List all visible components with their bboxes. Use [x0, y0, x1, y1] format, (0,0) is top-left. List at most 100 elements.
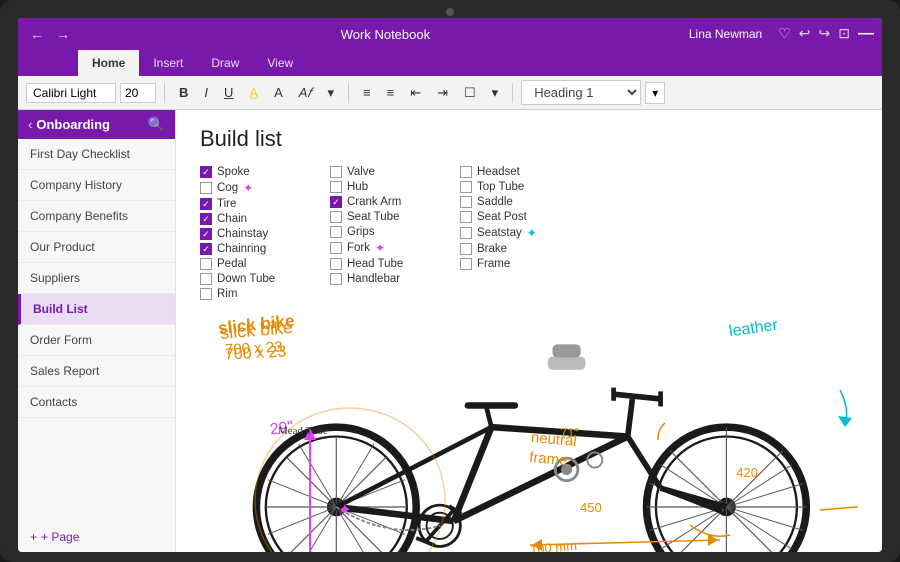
checkbox[interactable]	[330, 211, 342, 223]
tab-draw[interactable]: Draw	[197, 50, 253, 76]
sidebar-item-sales-report[interactable]: Sales Report	[18, 356, 175, 387]
list-item[interactable]: ✓ Chainstay	[200, 228, 330, 240]
tab-home[interactable]: Home	[78, 50, 139, 76]
checkbox[interactable]	[200, 273, 212, 285]
sidebar-search-icon[interactable]: 🔍	[148, 116, 165, 133]
build-col-4	[590, 166, 720, 300]
font-family-input[interactable]	[26, 83, 116, 103]
note-content: Build list ✓ Spoke Cog ✦	[200, 126, 858, 536]
main-content: ‹ Onboarding 🔍 First Day Checklist Compa…	[18, 110, 882, 552]
item-label: Rim	[217, 288, 237, 300]
list-item[interactable]: Fork ✦	[330, 241, 460, 255]
list-item[interactable]: Rim	[200, 288, 330, 300]
list-item[interactable]: Seat Tube	[330, 211, 460, 223]
indent-increase-button[interactable]: ⇥	[431, 82, 454, 104]
checkbox[interactable]	[460, 258, 472, 270]
checkbox[interactable]	[460, 243, 472, 255]
back-button[interactable]: ←	[26, 24, 48, 44]
style-selector[interactable]: Heading 1 Heading 2 Normal	[521, 80, 641, 105]
checkbox[interactable]	[330, 273, 342, 285]
sidebar-item-our-product[interactable]: Our Product	[18, 232, 175, 263]
sidebar-item-contacts[interactable]: Contacts	[18, 387, 175, 418]
font-color-button[interactable]: A	[268, 82, 289, 103]
checkbox[interactable]: ✓	[200, 243, 212, 255]
font-size-input[interactable]	[120, 83, 156, 103]
add-page-button[interactable]: + + Page	[18, 522, 175, 552]
checkbox[interactable]: ✓	[200, 228, 212, 240]
checkbox[interactable]	[330, 226, 342, 238]
checkbox[interactable]	[460, 166, 472, 178]
sidebar-section-title: Onboarding	[36, 117, 110, 132]
item-label: Frame	[477, 258, 510, 270]
checkbox[interactable]	[460, 181, 472, 193]
checkbox[interactable]: ✓	[200, 198, 212, 210]
redo-icon[interactable]: ↪	[819, 25, 831, 43]
checkbox[interactable]: ✓	[200, 213, 212, 225]
list-item[interactable]: Seatstay ✦	[460, 226, 590, 240]
sidebar-item-order-form[interactable]: Order Form	[18, 325, 175, 356]
sidebar-item-suppliers[interactable]: Suppliers	[18, 263, 175, 294]
highlight-button[interactable]: A̲	[243, 82, 264, 103]
list-button-2[interactable]: ≡	[381, 82, 401, 103]
checkbox[interactable]	[200, 258, 212, 270]
format-dropdown-button[interactable]: ▾	[321, 82, 340, 104]
list-item[interactable]: Headset	[460, 166, 590, 178]
checkbox[interactable]	[330, 166, 342, 178]
pin-icon[interactable]: ♡	[778, 25, 791, 43]
checkbox[interactable]	[200, 288, 212, 300]
sidebar-item-company-history[interactable]: Company History	[18, 170, 175, 201]
star-icon: ✦	[375, 241, 385, 255]
item-label: Grips	[347, 226, 374, 238]
list-item[interactable]: ✓ Chainring	[200, 243, 330, 255]
list-item[interactable]: ✓ Spoke	[200, 166, 330, 178]
style-dropdown-button[interactable]: ▾	[645, 82, 665, 104]
fullscreen-icon[interactable]: ⊡	[838, 25, 850, 43]
minimize-button[interactable]: —	[858, 25, 874, 43]
underline-button[interactable]: U	[218, 82, 239, 103]
indent-decrease-button[interactable]: ⇤	[404, 82, 427, 104]
checkbox[interactable]	[460, 227, 472, 239]
forward-button[interactable]: →	[52, 24, 74, 44]
item-label: Seat Tube	[347, 211, 399, 223]
sidebar-back-icon[interactable]: ‹	[28, 117, 32, 132]
tab-view[interactable]: View	[253, 50, 307, 76]
list-item[interactable]: Grips	[330, 226, 460, 238]
sidebar-item-first-day[interactable]: First Day Checklist	[18, 139, 175, 170]
checkbox[interactable]	[330, 242, 342, 254]
list-item[interactable]: Handlebar	[330, 273, 460, 285]
list-item[interactable]: Frame	[460, 258, 590, 270]
build-col-1: ✓ Spoke Cog ✦ ✓ Tire	[200, 166, 330, 300]
font-effects-button[interactable]: A𝑓	[293, 82, 318, 104]
undo-icon[interactable]: ↩	[799, 25, 811, 43]
item-label: Valve	[347, 166, 375, 178]
list-item[interactable]: Seat Post	[460, 211, 590, 223]
list-item[interactable]: Saddle	[460, 196, 590, 208]
italic-button[interactable]: I	[198, 82, 214, 103]
checkbox[interactable]	[200, 182, 212, 194]
checkbox[interactable]: ✓	[330, 196, 342, 208]
list-item[interactable]: Cog ✦	[200, 181, 330, 195]
list-item[interactable]: Pedal	[200, 258, 330, 270]
checkbox[interactable]	[330, 258, 342, 270]
list-item[interactable]: ✓ Chain	[200, 213, 330, 225]
list-item[interactable]: ✓ Tire	[200, 198, 330, 210]
list-item[interactable]: Brake	[460, 243, 590, 255]
checkbox[interactable]: ✓	[200, 166, 212, 178]
list-item[interactable]: Top Tube	[460, 181, 590, 193]
tab-insert[interactable]: Insert	[139, 50, 197, 76]
list-button-1[interactable]: ≡	[357, 82, 377, 103]
list-item[interactable]: ✓ Crank Arm	[330, 196, 460, 208]
checkbox[interactable]	[460, 196, 472, 208]
checkbox-button[interactable]: ☐	[458, 82, 482, 104]
list-item[interactable]: Valve	[330, 166, 460, 178]
checkbox[interactable]	[330, 181, 342, 193]
bold-button[interactable]: B	[173, 82, 194, 103]
list-item[interactable]: Down Tube	[200, 273, 330, 285]
checkbox[interactable]	[460, 211, 472, 223]
list-item[interactable]: Head Tube	[330, 258, 460, 270]
note-area[interactable]: Build list ✓ Spoke Cog ✦	[176, 110, 882, 552]
sidebar-item-company-benefits[interactable]: Company Benefits	[18, 201, 175, 232]
list-item[interactable]: Hub	[330, 181, 460, 193]
sidebar-item-build-list[interactable]: Build List	[18, 294, 175, 325]
list-dropdown-button[interactable]: ▾	[486, 82, 505, 104]
